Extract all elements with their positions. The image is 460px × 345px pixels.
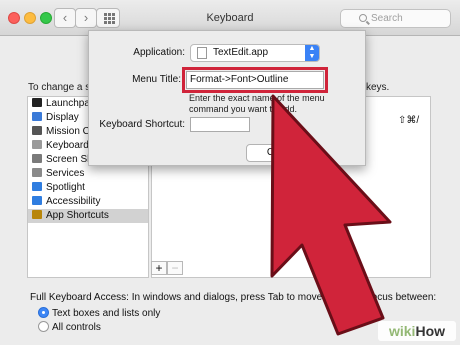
watermark-wiki: wiki [388,323,416,339]
watermark-how: How [415,323,446,339]
wikihow-watermark: wikiHow [378,321,456,341]
annotation-arrow-icon [270,94,392,336]
